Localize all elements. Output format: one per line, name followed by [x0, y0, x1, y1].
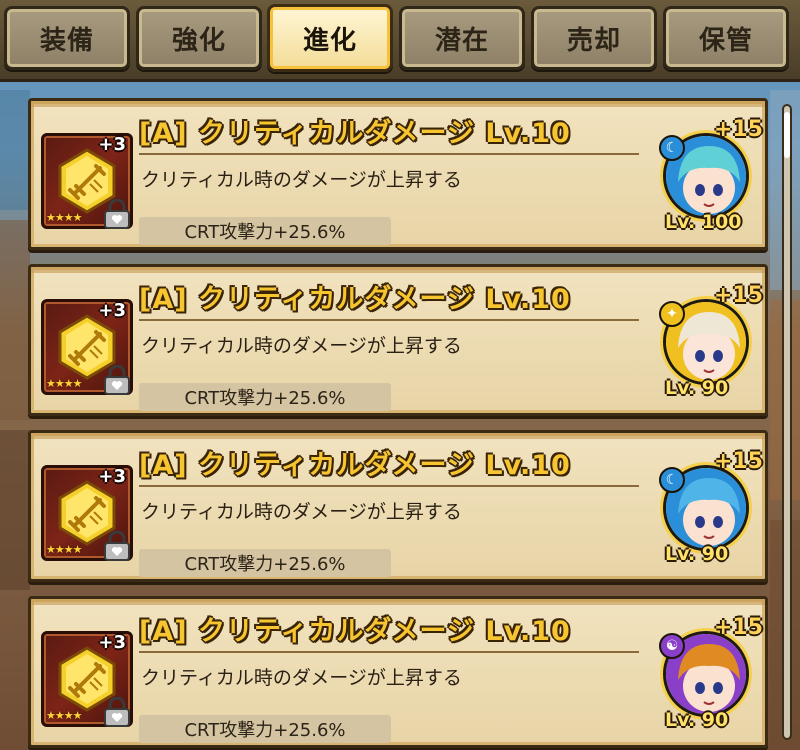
character-level: Lv. 100 [665, 211, 742, 233]
tab-bar: 装備 強化 進化 潜在 売却 保管 [0, 0, 800, 82]
equipped-character[interactable]: ☯ +15 Lv. 90 [659, 615, 763, 731]
tab-storage[interactable]: 保管 [663, 6, 789, 70]
equipped-character[interactable]: ☾ +15 Lv. 90 [659, 449, 763, 565]
character-plus-level: +15 [713, 283, 763, 308]
character-level: Lv. 90 [665, 543, 729, 565]
rune-stat-bar: CRT攻撃力+25.6% [139, 217, 391, 245]
title-divider [139, 319, 639, 321]
scroll-thumb[interactable] [784, 112, 790, 158]
tab-label: 進化 [302, 25, 357, 56]
scrollbar[interactable] [782, 104, 792, 740]
lock-icon[interactable] [101, 365, 133, 395]
rune-plus-level: +3 [98, 300, 126, 321]
rune-card[interactable]: +3 ★★★★ [A] クリティカルダメージ Lv.10 クリティカル時のダメー… [28, 98, 768, 250]
rune-rarity-stars: ★★★★ [46, 211, 82, 224]
rune-stat-bar: CRT攻撃力+25.6% [139, 383, 391, 411]
tab-label: 保管 [698, 25, 753, 56]
rune-title: [A] クリティカルダメージ Lv.10 [139, 450, 571, 481]
equipped-character[interactable]: ☾ +15 Lv. 100 [659, 117, 763, 233]
title-divider [139, 651, 639, 653]
rune-plus-level: +3 [98, 632, 126, 653]
character-plus-level: +15 [713, 615, 763, 640]
rune-stat: CRT攻撃力+25.6% [184, 222, 346, 243]
tab-evolve[interactable]: 進化 [267, 4, 393, 72]
rune-description: クリティカル時のダメージが上昇する [141, 501, 462, 523]
water-icon: ☾ [659, 467, 685, 493]
rune-stat: CRT攻撃力+25.6% [184, 720, 346, 741]
character-level: Lv. 90 [665, 377, 729, 399]
lock-icon[interactable] [101, 199, 133, 229]
water-icon: ☾ [659, 135, 685, 161]
title-divider [139, 485, 639, 487]
light-icon: ✦ [659, 301, 685, 327]
rune-stat-bar: CRT攻撃力+25.6% [139, 715, 391, 743]
rune-rarity-stars: ★★★★ [46, 377, 82, 390]
rune-card[interactable]: +3 ★★★★ [A] クリティカルダメージ Lv.10 クリティカル時のダメー… [28, 264, 768, 416]
rune-description: クリティカル時のダメージが上昇する [141, 335, 462, 357]
rune-description: クリティカル時のダメージが上昇する [141, 667, 462, 689]
tab-latent[interactable]: 潜在 [399, 6, 525, 70]
rune-title: [A] クリティカルダメージ Lv.10 [139, 118, 571, 149]
tab-label: 強化 [171, 25, 226, 56]
character-plus-level: +15 [713, 117, 763, 142]
rune-rarity-stars: ★★★★ [46, 543, 82, 556]
equipped-character[interactable]: ✦ +15 Lv. 90 [659, 283, 763, 399]
rune-card[interactable]: +3 ★★★★ [A] クリティカルダメージ Lv.10 クリティカル時のダメー… [28, 596, 768, 748]
title-divider [139, 153, 639, 155]
rune-title: [A] クリティカルダメージ Lv.10 [139, 284, 571, 315]
character-plus-level: +15 [713, 449, 763, 474]
rune-stat: CRT攻撃力+25.6% [184, 554, 346, 575]
dark-icon: ☯ [659, 633, 685, 659]
rune-plus-level: +3 [98, 134, 126, 155]
lock-icon[interactable] [101, 531, 133, 561]
rune-description: クリティカル時のダメージが上昇する [141, 169, 462, 191]
rune-stat-bar: CRT攻撃力+25.6% [139, 549, 391, 577]
character-level: Lv. 90 [665, 709, 729, 731]
rune-plus-level: +3 [98, 466, 126, 487]
rune-card[interactable]: +3 ★★★★ [A] クリティカルダメージ Lv.10 クリティカル時のダメー… [28, 430, 768, 582]
rune-title: [A] クリティカルダメージ Lv.10 [139, 616, 571, 647]
rune-rarity-stars: ★★★★ [46, 709, 82, 722]
rune-list: +3 ★★★★ [A] クリティカルダメージ Lv.10 クリティカル時のダメー… [28, 92, 768, 750]
rune-stat: CRT攻撃力+25.6% [184, 388, 346, 409]
lock-icon[interactable] [101, 697, 133, 727]
tab-sell[interactable]: 売却 [531, 6, 657, 70]
tab-label: 装備 [39, 25, 94, 56]
tab-label: 潜在 [434, 25, 489, 56]
tab-enhance[interactable]: 強化 [136, 6, 262, 70]
tab-label: 売却 [566, 25, 621, 56]
tab-equip[interactable]: 装備 [4, 6, 130, 70]
